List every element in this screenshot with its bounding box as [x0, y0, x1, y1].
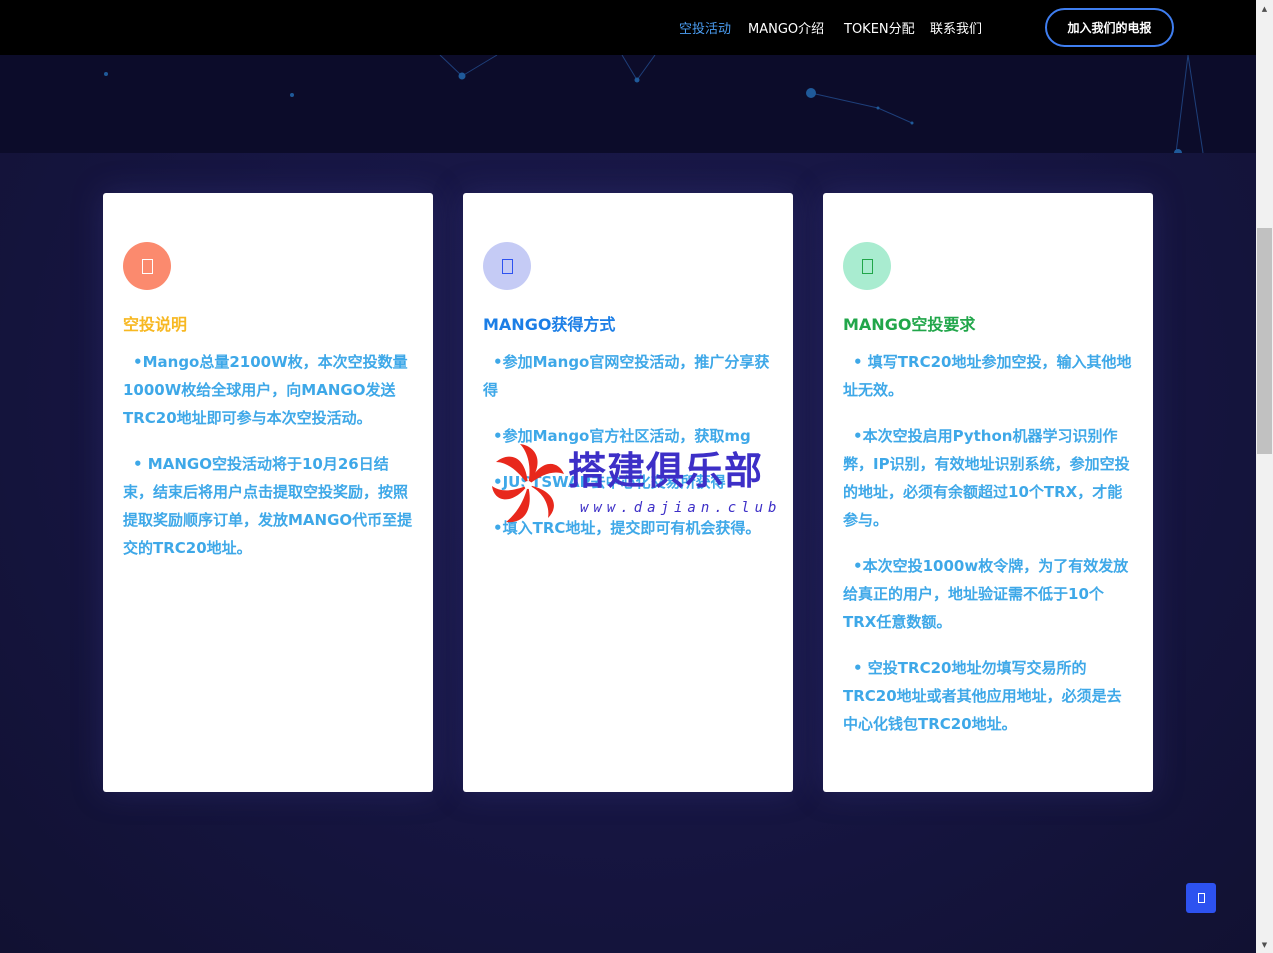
card-paragraph: • 填写TRC20地址参加空投，输入其他地址无效。 [843, 353, 1132, 399]
card-body: • 填写TRC20地址参加空投，输入其他地址无效。 •本次空投启用Python机… [843, 348, 1133, 738]
card-body: •Mango总量2100W枚，本次空投数量1000W枚给全球用户，向MANGO发… [123, 348, 413, 562]
doc-icon [843, 242, 891, 290]
top-navbar: 空投活动 MANGO介绍 TOKEN分配 联系我们 加入我们的电报 [0, 0, 1256, 55]
card-title: MANGO获得方式 [483, 315, 616, 334]
card-airdrop-requirements: MANGO空投要求 • 填写TRC20地址参加空投，输入其他地址无效。 •本次空… [823, 193, 1153, 792]
card-airdrop-info: 空投说明 •Mango总量2100W枚，本次空投数量1000W枚给全球用户，向M… [103, 193, 433, 792]
card-paragraph: •参加Mango官网空投活动，推广分享获得 [483, 353, 770, 399]
card-how-to-get: MANGO获得方式 •参加Mango官网空投活动，推广分享获得 •参加Mango… [463, 193, 793, 792]
card-paragraph: • 空投TRC20地址勿填写交易所的TRC20地址或者其他应用地址，必须是去中心… [843, 659, 1122, 733]
doc-icon [123, 242, 171, 290]
back-to-top-button[interactable] [1186, 883, 1216, 913]
card-paragraph: • MANGO空投活动将于10月26日结束，结束后将用户点击提取空投奖励，按照提… [123, 455, 413, 557]
card-paragraph: •参加Mango官方社区活动，获取mg [493, 427, 751, 445]
nav-token-distribution[interactable]: TOKEN分配 [844, 18, 915, 37]
card-paragraph: •本次空投1000w枚令牌，为了有效发放给真正的用户，地址验证需不低于10个TR… [843, 557, 1129, 631]
nav-airdrop[interactable]: 空投活动 [679, 18, 731, 37]
arrow-up-icon [1197, 893, 1205, 903]
card-body: •参加Mango官网空投活动，推广分享获得 •参加Mango官方社区活动，获取m… [483, 348, 773, 542]
scroll-down-icon[interactable]: ▼ [1256, 936, 1273, 953]
card-title: 空投说明 [123, 315, 188, 334]
card-paragraph: •本次空投启用Python机器学习识别作弊，IP识别，有效地址识别系统，参加空投… [843, 427, 1130, 529]
nav-mango-intro[interactable]: MANGO介绍 [748, 18, 824, 37]
scrollbar-thumb[interactable] [1257, 228, 1272, 454]
scroll-up-icon[interactable]: ▲ [1256, 0, 1273, 17]
card-paragraph: •Mango总量2100W枚，本次空投数量1000W枚给全球用户，向MANGO发… [123, 353, 408, 427]
card-paragraph: •填入TRC地址，提交即可有机会获得。 [493, 519, 761, 537]
page-scrollbar[interactable]: ▲ ▼ [1256, 0, 1273, 953]
join-telegram-button[interactable]: 加入我们的电报 [1045, 8, 1174, 47]
doc-icon [483, 242, 531, 290]
card-title: MANGO空投要求 [843, 315, 976, 334]
nav-contact[interactable]: 联系我们 [930, 18, 982, 37]
card-paragraph: •JUSTSWAP去中心化交易所获得 [493, 473, 726, 491]
